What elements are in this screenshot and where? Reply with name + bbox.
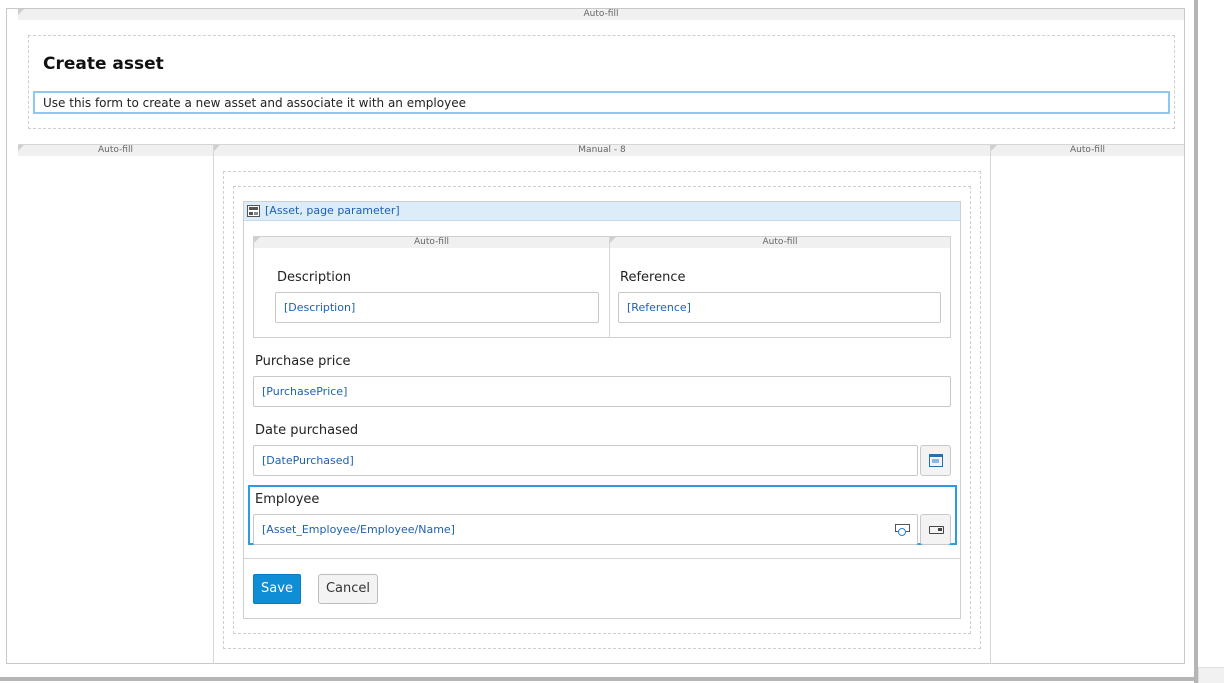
- employee-label: Employee: [255, 492, 320, 507]
- cancel-button[interactable]: Cancel: [318, 574, 378, 604]
- calendar-icon: [929, 454, 943, 467]
- employee-value: [Asset_Employee/Employee/Name]: [262, 523, 455, 536]
- column-divider: [213, 145, 214, 664]
- left-column-header[interactable]: Auto-fill: [18, 145, 213, 156]
- reference-input[interactable]: [Reference]: [618, 292, 941, 323]
- employee-select-button[interactable]: [920, 514, 951, 545]
- inner-left-column-header[interactable]: Auto-fill: [254, 237, 609, 248]
- date-purchased-label: Date purchased: [255, 423, 359, 438]
- canvas-right-border: [1194, 0, 1198, 683]
- description-input[interactable]: [Description]: [275, 292, 599, 323]
- purchase-price-label: Purchase price: [255, 354, 351, 369]
- date-purchased-input[interactable]: [DatePurchased]: [253, 445, 918, 476]
- dataview-icon: [247, 205, 260, 217]
- canvas-bottom-border: [0, 677, 1198, 681]
- inner-column-divider: [609, 237, 610, 337]
- page-title[interactable]: Create asset: [43, 54, 164, 74]
- column-divider: [990, 145, 991, 664]
- date-picker-button[interactable]: [920, 445, 951, 476]
- top-container[interactable]: [28, 35, 1175, 129]
- grid-top-line: [18, 144, 1184, 145]
- reference-selector-icon: [895, 524, 910, 536]
- asset-dataview[interactable]: [Asset, page parameter] Auto-fill Auto-f…: [243, 201, 961, 619]
- top-container-header[interactable]: Auto-fill: [18, 9, 1184, 20]
- description-label: Description: [277, 270, 352, 285]
- reference-label: Reference: [620, 270, 686, 285]
- purchase-price-input[interactable]: [PurchasePrice]: [253, 376, 951, 407]
- inner-right-column-header[interactable]: Auto-fill: [610, 237, 950, 248]
- canvas-corner: [1198, 667, 1224, 683]
- select-button-icon: [929, 526, 944, 534]
- dataview-header[interactable]: [Asset, page parameter]: [244, 202, 960, 221]
- center-column-header[interactable]: Manual - 8: [214, 145, 990, 156]
- dataview-title: [Asset, page parameter]: [265, 204, 400, 217]
- employee-reference-selector[interactable]: [Asset_Employee/Employee/Name]: [253, 514, 918, 545]
- footer-divider: [244, 558, 960, 559]
- right-column-header[interactable]: Auto-fill: [991, 145, 1184, 156]
- intro-text[interactable]: Use this form to create a new asset and …: [33, 91, 1170, 114]
- save-button[interactable]: Save: [253, 574, 301, 604]
